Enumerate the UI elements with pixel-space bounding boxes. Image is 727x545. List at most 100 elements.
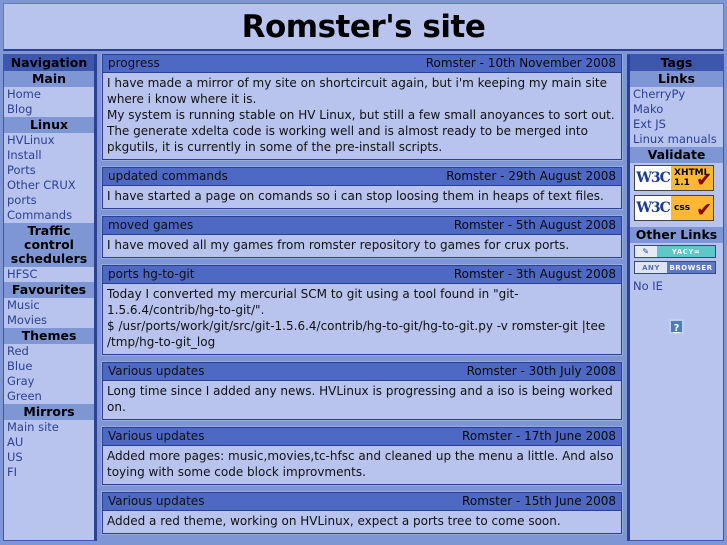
any-label: ANY bbox=[635, 262, 667, 273]
post-paragraph: Added more pages: music,movies,tc-hfsc a… bbox=[107, 449, 614, 479]
yacy-glyph-icon: ✎ bbox=[635, 246, 657, 257]
other-link-badges: ✎ YACY= ANY BROWSER bbox=[630, 243, 723, 279]
yacy-badge[interactable]: ✎ YACY= bbox=[634, 245, 716, 258]
post-body: I have moved all my games from romster r… bbox=[103, 235, 621, 257]
tags-sidebar: Tags Links CherryPy Mako Ext JS Linux manuals… bbox=[627, 54, 724, 541]
post-meta: Romster - 5th August 2008 bbox=[453, 218, 616, 232]
post-title[interactable]: updated commands bbox=[108, 169, 228, 183]
site-banner: Romster's site bbox=[3, 3, 724, 51]
post-body: Added more pages: music,movies,tc-hfsc a… bbox=[103, 446, 621, 484]
navigation-sidebar: Navigation Main Home Blog Linux HVLinux Instal… bbox=[3, 54, 97, 541]
sidebar-item-commands[interactable]: Commands bbox=[4, 208, 94, 223]
post-title[interactable]: Various updates bbox=[108, 494, 204, 508]
tag-link-cherrypy[interactable]: CherryPy bbox=[630, 87, 723, 102]
post-meta: Romster - 10th November 2008 bbox=[425, 56, 616, 70]
post-body: Today I converted my mercurial SCM to gi… bbox=[103, 284, 621, 354]
sidebar-item-music[interactable]: Music bbox=[4, 298, 94, 313]
post-meta: Romster - 30th July 2008 bbox=[466, 364, 616, 378]
sidebar-subsection-header: Favourites bbox=[4, 282, 94, 298]
post-header: Various updates Romster - 15th June 2008 bbox=[103, 493, 621, 511]
post-paragraph: $ /usr/ports/work/git/src/git-1.5.6.4/co… bbox=[107, 319, 606, 349]
question-mark-icon[interactable]: ? bbox=[669, 319, 684, 334]
blog-post: moved games Romster - 5th August 2008 I ha… bbox=[102, 216, 622, 258]
post-body: I have made a mirror of my site on short… bbox=[103, 73, 621, 159]
tag-link-ext-js[interactable]: Ext JS bbox=[630, 117, 723, 132]
sidebar-item-fi[interactable]: FI bbox=[4, 465, 94, 480]
post-body: I have started a page on comands so i ca… bbox=[103, 186, 621, 208]
sidebar-subsection-header: Mirrors bbox=[4, 404, 94, 420]
sidebar-item-hfsc[interactable]: HFSC bbox=[4, 267, 94, 282]
blog-post: Various updates Romster - 17th June 2008 A… bbox=[102, 427, 622, 485]
post-header: ports hg-to-git Romster - 3th August 2008 bbox=[103, 266, 621, 284]
post-title[interactable]: ports hg-to-git bbox=[108, 267, 194, 281]
w3c-xhtml-badge[interactable]: W3C XHTML 1.1 ✔ bbox=[634, 165, 714, 191]
badge-text: BROWSER bbox=[667, 262, 715, 273]
post-paragraph: I have made a mirror of my site on short… bbox=[107, 76, 607, 106]
post-title[interactable]: moved games bbox=[108, 218, 193, 232]
post-meta: Romster - 29th August 2008 bbox=[446, 169, 616, 183]
post-header: Various updates Romster - 17th June 2008 bbox=[103, 428, 621, 446]
post-body: Added a red theme, working on HVLinux, e… bbox=[103, 511, 621, 533]
sidebar-item-us[interactable]: US bbox=[4, 450, 94, 465]
validate-header: Validate bbox=[630, 147, 723, 163]
sidebar-item-home[interactable]: Home bbox=[4, 87, 94, 102]
sidebar-item-install[interactable]: Install bbox=[4, 148, 94, 163]
no-ie-link[interactable]: No IE bbox=[630, 279, 723, 294]
sidebar-item-blog[interactable]: Blog bbox=[4, 102, 94, 117]
post-paragraph: I have moved all my games from romster r… bbox=[107, 238, 570, 252]
checkmark-icon: ✔ bbox=[696, 199, 712, 221]
sidebar-item-au[interactable]: AU bbox=[4, 435, 94, 450]
post-title[interactable]: Various updates bbox=[108, 429, 204, 443]
sidebar-item-main-site[interactable]: Main site bbox=[4, 420, 94, 435]
post-header: updated commands Romster - 29th August 20… bbox=[103, 168, 621, 186]
sidebar-item-ports[interactable]: ports bbox=[4, 193, 94, 208]
help-badge-wrap: ? bbox=[630, 294, 723, 335]
post-header: Various updates Romster - 30th July 2008 bbox=[103, 363, 621, 381]
post-header: moved games Romster - 5th August 2008 bbox=[103, 217, 621, 235]
post-meta: Romster - 17th June 2008 bbox=[462, 429, 616, 443]
post-meta: Romster - 3th August 2008 bbox=[453, 267, 616, 281]
checkmark-icon: ✔ bbox=[696, 169, 712, 191]
any-browser-badge[interactable]: ANY BROWSER bbox=[634, 261, 716, 274]
sidebar-item-other-crux[interactable]: Other CRUX bbox=[4, 178, 94, 193]
post-meta: Romster - 15th June 2008 bbox=[462, 494, 616, 508]
sidebar-subsection-header: Main bbox=[4, 71, 94, 87]
blog-post: updated commands Romster - 29th August 20… bbox=[102, 167, 622, 209]
tags-header: Tags bbox=[630, 55, 723, 71]
sidebar-item-hvlinux[interactable]: HVLinux bbox=[4, 133, 94, 148]
page-title: Romster's site bbox=[241, 8, 486, 45]
tag-link-linux-manuals[interactable]: Linux manuals bbox=[630, 132, 723, 147]
blog-post: Various updates Romster - 15th June 2008 A… bbox=[102, 492, 622, 534]
sidebar-item-blue[interactable]: Blue bbox=[4, 359, 94, 374]
posts-column: progress Romster - 10th November 2008 I ha… bbox=[97, 54, 627, 541]
tag-link-mako[interactable]: Mako bbox=[630, 102, 723, 117]
sidebar-item-green[interactable]: Green bbox=[4, 389, 94, 404]
sidebar-section-header: Navigation bbox=[4, 55, 94, 71]
post-paragraph: Today I converted my mercurial SCM to gi… bbox=[107, 287, 519, 317]
sidebar-subsection-header: Linux bbox=[4, 117, 94, 133]
blog-post: ports hg-to-git Romster - 3th August 2008… bbox=[102, 265, 622, 355]
post-paragraph: Added a red theme, working on HVLinux, e… bbox=[107, 514, 561, 528]
validate-badges: W3C XHTML 1.1 ✔ W3C css ✔ bbox=[630, 163, 723, 227]
other-links-header: Other Links bbox=[630, 227, 723, 243]
post-paragraph: My system is running stable on HV Linux,… bbox=[107, 108, 615, 154]
w3c-css-badge[interactable]: W3C css ✔ bbox=[634, 195, 714, 221]
w3c-logo-icon: W3C bbox=[635, 166, 671, 190]
sidebar-item-gray[interactable]: Gray bbox=[4, 374, 94, 389]
links-header: Links bbox=[630, 71, 723, 87]
w3c-logo-icon: W3C bbox=[635, 196, 671, 220]
badge-text: YACY= bbox=[657, 246, 715, 257]
post-body: Long time since I added any news. HVLinu… bbox=[103, 381, 621, 419]
sidebar-subsection-header: Themes bbox=[4, 328, 94, 344]
post-paragraph: I have started a page on comands so i ca… bbox=[107, 189, 604, 203]
sidebar-subsection-header: Traffic control schedulers bbox=[4, 223, 94, 267]
post-paragraph: Long time since I added any news. HVLinu… bbox=[107, 384, 613, 414]
page-body: Navigation Main Home Blog Linux HVLinux Instal… bbox=[3, 51, 724, 544]
blog-post: progress Romster - 10th November 2008 I ha… bbox=[102, 54, 622, 160]
sidebar-item-ports[interactable]: Ports bbox=[4, 163, 94, 178]
sidebar-item-movies[interactable]: Movies bbox=[4, 313, 94, 328]
sidebar-item-red[interactable]: Red bbox=[4, 344, 94, 359]
post-title[interactable]: Various updates bbox=[108, 364, 204, 378]
post-header: progress Romster - 10th November 2008 bbox=[103, 55, 621, 73]
post-title[interactable]: progress bbox=[108, 56, 160, 70]
